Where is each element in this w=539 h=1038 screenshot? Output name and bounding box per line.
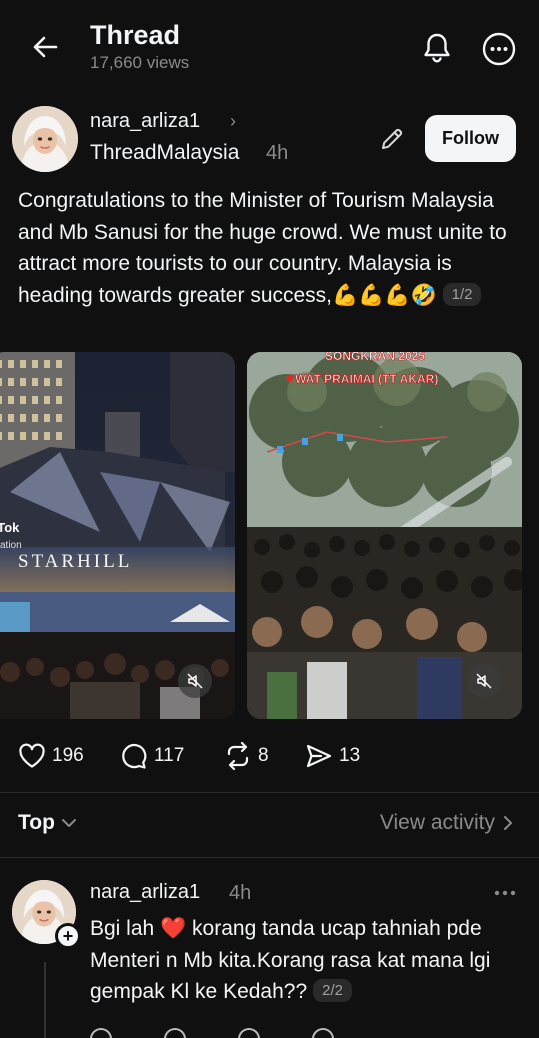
view-activity-link[interactable]: View activity [380,811,513,835]
repost-button[interactable]: 8 [224,740,269,772]
comment-bubble-icon[interactable] [164,1028,186,1038]
page-indicator: 2/2 [313,979,353,1002]
reply-more-button[interactable] [490,882,520,904]
chevron-right-icon: › [230,111,236,131]
heart-emoji: ❤️ [160,917,187,940]
post-time: 4h [266,142,289,164]
view-count: 17,660 views [90,53,190,72]
page-title: Thread [90,20,181,50]
video-title-text: SONGKRAN 2025 [325,352,425,363]
like-button[interactable]: 196 [18,740,84,772]
page-indicator: 1/2 [442,282,482,306]
notifications-button[interactable] [420,30,454,66]
community-name[interactable]: ThreadMalaysia [90,141,239,165]
starhill-sign-text: STARHILL [18,551,132,572]
reply-author-username[interactable]: nara_arliza1 [90,881,200,904]
repost-count: 8 [258,745,269,766]
sort-dropdown[interactable]: Top [18,811,77,835]
sort-label: Top [18,811,55,834]
bell-icon [424,33,450,63]
post-media-video-2[interactable]: SONGKRAN 2025 WAT PRAIMAI (TT AKAR) [247,352,522,719]
post-actions: 196 117 8 13 [18,740,518,772]
follow-button[interactable]: Follow [425,115,516,162]
watermark-line-2: ycation [0,540,22,551]
thread-line [44,962,46,1038]
heart-icon [19,743,45,768]
reply-button[interactable]: 117 [120,740,184,772]
send-icon[interactable] [312,1028,334,1038]
repost-icon [227,742,249,770]
back-arrow-icon [33,36,58,58]
reply-count: 117 [154,745,185,766]
divider [0,857,539,858]
post-author-username[interactable]: nara_arliza1 [90,110,200,133]
send-icon [306,744,332,768]
mute-button[interactable] [178,664,212,698]
edit-button[interactable] [377,124,407,154]
reply-actions-partial [90,1028,350,1038]
location-pin-icon [286,374,294,382]
watermark-line-1: kTok [0,520,20,535]
top-bar: Thread 17,660 views [0,0,539,90]
post-author-avatar[interactable] [12,106,78,172]
reply-text-start: Bgi lah [90,917,155,940]
back-button[interactable] [28,30,62,64]
pencil-icon [382,128,403,149]
video-location-text: WAT PRAIMAI (TT AKAR) [295,372,438,386]
more-circle-icon [482,32,516,66]
view-activity-label: View activity [379,811,495,834]
share-button[interactable]: 13 [305,740,360,772]
muted-speaker-icon [476,673,492,689]
more-horizontal-icon [494,890,516,896]
mute-button[interactable] [467,664,501,698]
like-count: 196 [52,745,84,766]
heart-icon[interactable] [90,1028,112,1038]
more-options-button[interactable] [481,31,517,67]
comment-bubble-icon [122,743,147,769]
repost-icon[interactable] [238,1028,260,1038]
follow-plus-icon[interactable]: + [55,923,81,949]
chevron-right-icon [504,816,512,830]
post-body: Congratulations to the Minister of Touri… [18,185,523,311]
chevron-down-icon [61,819,76,827]
avatar-portrait [12,106,78,172]
reply-time: 4h [229,882,252,904]
post-emojis: 💪💪💪🤣 [332,283,437,307]
reply-body: Bgi lah ❤️ korang tanda ucap tahniah pde… [90,913,520,1008]
muted-speaker-icon [187,673,203,689]
post-media-video-1[interactable]: STARHILL kTok ycation [0,352,235,719]
share-count: 13 [339,745,361,766]
divider [0,792,539,793]
